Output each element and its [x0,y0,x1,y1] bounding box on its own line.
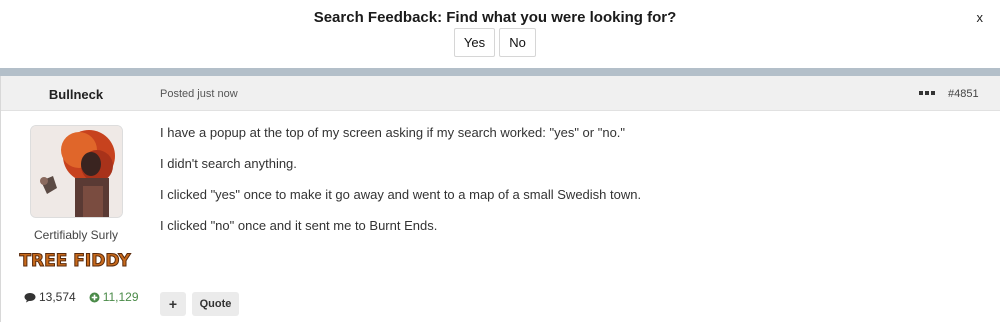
message-count-value: 13,574 [39,290,76,304]
user-stats: 13,574 11,129 [24,290,139,304]
post-paragraph: I didn't search anything. [160,156,297,171]
post-header: Bullneck Posted just now #4851 [1,76,1000,111]
user-title: Certifiably Surly [33,228,119,242]
feedback-buttons: Yes No [0,28,990,57]
reaction-score: 11,129 [89,290,139,304]
comment-icon [24,292,36,302]
post-number-link[interactable]: #4851 [948,88,979,100]
message-count: 13,574 [24,290,76,304]
user-banner: TREE FIDDY [14,249,136,272]
section-divider [0,68,1000,76]
quote-button[interactable]: Quote [192,292,239,316]
feedback-no-button[interactable]: No [499,28,536,57]
post-paragraph: I clicked "yes" once to make it go away … [160,187,642,202]
close-icon[interactable]: x [977,10,984,25]
svg-text:TREE FIDDY: TREE FIDDY [19,251,131,270]
search-feedback-banner: Search Feedback: Find what you were look… [0,0,1000,68]
post-paragraph: I clicked "no" once and it sent me to Bu… [160,218,438,233]
multiquote-button[interactable]: + [160,292,186,316]
post-timestamp[interactable]: Posted just now [160,88,238,100]
post-username[interactable]: Bullneck [1,87,151,102]
more-options-icon[interactable] [919,88,935,98]
avatar[interactable] [30,125,123,218]
post-paragraph: I have a popup at the top of my screen a… [160,125,626,140]
feedback-yes-button[interactable]: Yes [454,28,495,57]
reaction-score-value: 11,129 [102,290,139,304]
forum-post: Bullneck Posted just now #4851 Certifiab… [0,76,1000,322]
plus-circle-icon [89,292,100,302]
post-actions: + Quote [160,292,239,316]
post-body: I have a popup at the top of my screen a… [160,126,641,250]
feedback-title: Search Feedback: Find what you were look… [313,9,677,26]
